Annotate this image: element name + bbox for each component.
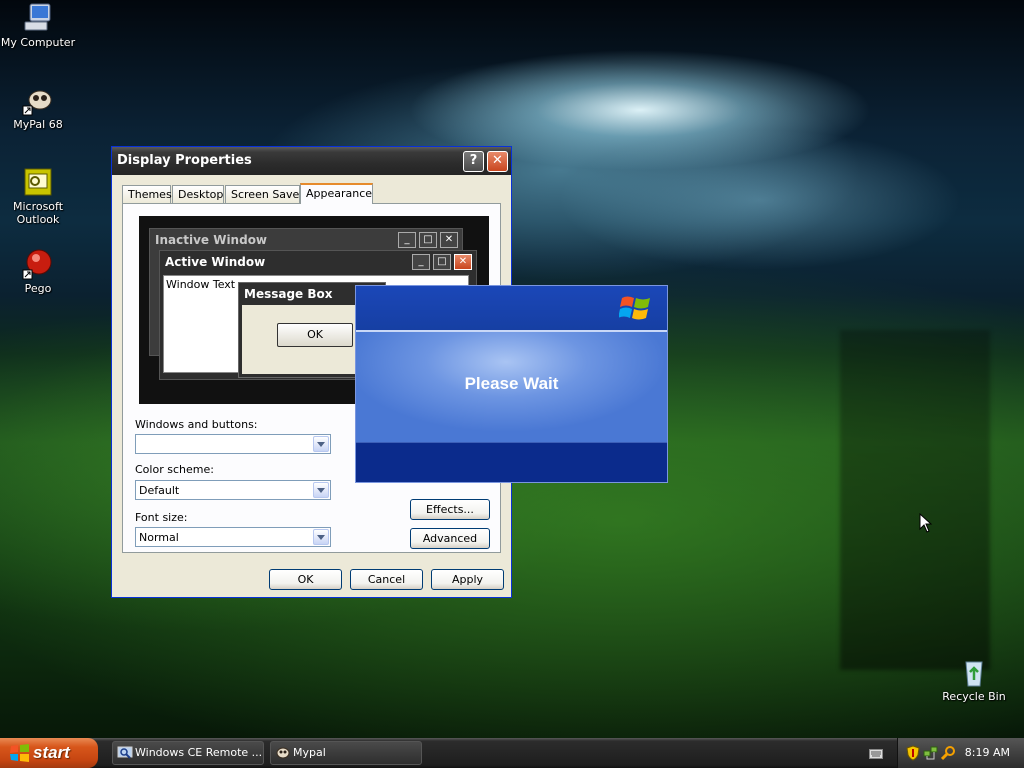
font-size-value: Normal	[139, 531, 179, 544]
desktop-icon-outlook[interactable]: Microsoft Outlook	[0, 166, 76, 226]
desktop-icon-label: Recycle Bin	[942, 690, 1006, 703]
wait-header	[356, 286, 667, 330]
wait-message: Please Wait	[464, 374, 559, 393]
maximize-icon: □	[433, 254, 451, 270]
desktop-icon-label: Pego	[24, 282, 52, 295]
maximize-icon: □	[419, 232, 437, 248]
font-size-select[interactable]: Normal	[135, 527, 331, 547]
ok-button[interactable]: OK	[269, 569, 342, 590]
clock[interactable]: 8:19 AM	[965, 746, 1010, 759]
my-computer-icon	[24, 3, 51, 31]
mypal-icon	[276, 747, 290, 759]
color-scheme-value: Default	[139, 484, 180, 497]
advanced-button[interactable]: Advanced	[410, 528, 490, 549]
windows-buttons-label: Windows and buttons:	[135, 418, 258, 431]
outlook-icon	[24, 168, 52, 196]
remote-icon	[117, 746, 133, 759]
preview-ok-button: OK	[277, 323, 353, 347]
windows-logo-icon	[619, 296, 650, 320]
taskbar-item-label: Mypal	[293, 746, 326, 759]
close-icon: ✕	[454, 254, 472, 270]
close-button[interactable]: ✕	[487, 151, 508, 172]
desktop-icon-my-computer[interactable]: My Computer	[0, 2, 76, 49]
tab-appearance[interactable]: Appearance	[300, 183, 373, 204]
please-wait-dialog: Please Wait	[355, 285, 668, 483]
recycle-bin-icon	[965, 661, 983, 687]
window-title: Display Properties	[117, 153, 252, 168]
wallpaper-shadow	[840, 330, 990, 670]
preview-active-title: Active Window	[165, 255, 266, 269]
desktop-icon-label: MyPal 68	[13, 118, 63, 131]
color-scheme-select[interactable]: Default	[135, 480, 331, 500]
desktop-icon-label: My Computer	[0, 36, 76, 49]
tab-themes[interactable]: Themes	[122, 185, 172, 203]
network-icon[interactable]	[923, 745, 939, 761]
tab-screen-saver[interactable]: Screen Saver	[225, 185, 304, 203]
title-bar[interactable]: Display Properties ? ✕	[112, 147, 511, 175]
color-scheme-label: Color scheme:	[135, 463, 214, 476]
taskbar-item-label: Windows CE Remote ...	[135, 746, 263, 759]
desktop-icon-mypal[interactable]: MyPal 68	[0, 84, 76, 131]
close-icon: ✕	[440, 232, 458, 248]
search-icon[interactable]	[941, 745, 957, 761]
system-tray: 8:19 AM	[897, 738, 1024, 768]
desktop-icon-pego[interactable]: Pego	[0, 248, 76, 295]
preview-inactive-buttons: _ □ ✕	[395, 232, 458, 248]
mouse-cursor-icon	[919, 513, 933, 533]
desktop: My Computer MyPal 68 Microsoft Outlook P…	[0, 0, 1024, 738]
help-button[interactable]: ?	[463, 151, 484, 172]
mypal-icon	[22, 90, 52, 116]
minimize-icon: _	[412, 254, 430, 270]
effects-button[interactable]: Effects...	[410, 499, 490, 520]
taskbar-item-mypal[interactable]: Mypal	[270, 741, 422, 765]
taskbar-item-remote[interactable]: Windows CE Remote ...	[112, 741, 264, 765]
preview-message-box-title: Message Box	[244, 287, 333, 301]
start-label: start	[33, 743, 70, 762]
cancel-button[interactable]: Cancel	[350, 569, 423, 590]
chevron-down-icon[interactable]	[313, 529, 329, 545]
chevron-down-icon[interactable]	[313, 482, 329, 498]
minimize-icon: _	[398, 232, 416, 248]
start-button[interactable]: start	[0, 738, 98, 768]
taskbar: start Windows CE Remote ... Mypal 8:19 A…	[0, 738, 1024, 768]
desktop-icon-recycle-bin[interactable]: Recycle Bin	[936, 656, 1012, 703]
pego-icon	[22, 249, 52, 280]
font-size-label: Font size:	[135, 511, 188, 524]
wait-footer	[356, 442, 667, 482]
apply-button[interactable]: Apply	[431, 569, 504, 590]
chevron-down-icon[interactable]	[313, 436, 329, 452]
tab-desktop[interactable]: Desktop	[172, 185, 224, 203]
windows-flag-icon	[10, 744, 29, 762]
preview-inactive-title: Inactive Window	[155, 233, 268, 247]
preview-active-buttons: _ □ ✕	[409, 254, 472, 270]
windows-buttons-select[interactable]	[135, 434, 331, 454]
keyboard-icon[interactable]	[869, 748, 883, 760]
security-shield-icon[interactable]	[906, 745, 920, 761]
desktop-icon-label: Microsoft Outlook	[12, 200, 64, 226]
